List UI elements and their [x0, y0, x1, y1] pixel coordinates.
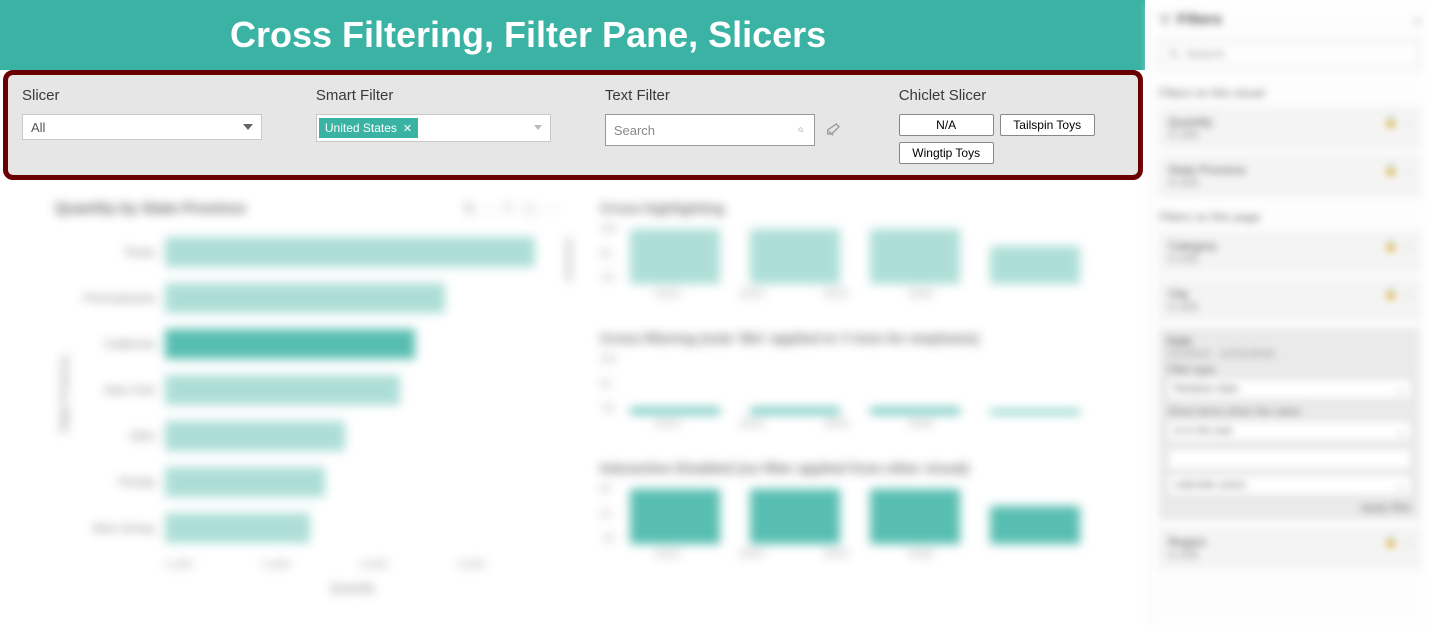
filter-card[interactable]: Quantity is (All) 🔒 ⌄: [1159, 108, 1420, 148]
chart-title: Cross-filtering (note 'Bin' applied to Y…: [600, 330, 1105, 346]
drill-down-icon[interactable]: ↓: [485, 200, 492, 217]
filters-search-placeholder: Search: [1186, 47, 1224, 61]
value-input[interactable]: [1167, 448, 1412, 470]
show-items-label: Show items when the value: [1167, 406, 1412, 418]
smart-filter-tag[interactable]: United States ✕: [319, 118, 418, 138]
slicer-label: Slicer: [22, 87, 316, 104]
chevron-down-icon[interactable]: ⌄: [1404, 535, 1413, 548]
filter-type-select[interactable]: Relative date⌄: [1167, 378, 1412, 400]
chevron-down-icon[interactable]: ⌄: [1404, 239, 1413, 252]
chiclet-slicer-group: Chiclet Slicer N/A Tailspin Toys Wingtip…: [899, 87, 1124, 167]
text-filter-label: Text Filter: [605, 87, 899, 104]
cross-filtering-visual[interactable]: Cross-filtering (note 'Bin' applied to Y…: [600, 330, 1105, 430]
filter-field-name: Date: [1167, 334, 1412, 348]
filter-field-state: 1/1/2013 - 12/31/2016: [1167, 348, 1412, 360]
filters-pane-title: Filters: [1177, 11, 1222, 28]
more-icon[interactable]: ⋯: [546, 200, 560, 217]
filter-icon[interactable]: ▽: [502, 200, 513, 217]
collapse-icon[interactable]: ›: [1415, 12, 1420, 28]
filters-section-title: Filters on this visual: [1159, 86, 1420, 100]
interaction-disabled-visual[interactable]: Interaction Disabled (no filter applied …: [600, 460, 1105, 560]
chevron-down-icon: ⌄: [1396, 383, 1405, 396]
filter-field-state: is (All): [1168, 301, 1411, 313]
text-filter-group: Text Filter: [605, 87, 899, 167]
drill-icon[interactable]: ⇅: [463, 200, 475, 217]
chart-title: Interaction Disabled (no filter applied …: [600, 460, 1105, 476]
filter-type-label: Filter type: [1167, 364, 1412, 376]
chart-title: Cross-highlighting: [600, 200, 1105, 216]
filters-section-title: Filters on this page: [1159, 210, 1420, 224]
slicer-dropdown[interactable]: All: [22, 114, 262, 140]
filter-field-name: City: [1168, 287, 1411, 301]
search-icon[interactable]: [798, 123, 804, 137]
text-filter-input[interactable]: [606, 123, 798, 138]
text-filter-input-wrap[interactable]: [605, 114, 815, 146]
search-icon: [1168, 48, 1180, 60]
lock-icon[interactable]: 🔒: [1384, 239, 1398, 252]
close-icon[interactable]: ✕: [403, 122, 412, 135]
filter-card[interactable]: City is (All) 🔒 ⌄: [1159, 280, 1420, 320]
filter-card-expanded[interactable]: Date 1/1/2013 - 12/31/2016 Filter type R…: [1159, 328, 1420, 520]
filter-card[interactable]: State Province is (All) 🔒 ⌄: [1159, 156, 1420, 196]
filters-search[interactable]: Search: [1159, 40, 1420, 68]
chevron-down-icon[interactable]: ⌄: [1404, 115, 1413, 128]
filter-field-name: Category: [1168, 239, 1411, 253]
chart-title: Quantity by State Province: [55, 200, 246, 217]
filter-field-state: is (All): [1168, 253, 1411, 265]
show-items-select[interactable]: is in the last⌄: [1167, 420, 1412, 442]
slicer-dropdown-value: All: [31, 120, 45, 135]
filter-field-state: is (All): [1168, 129, 1411, 141]
chevron-down-icon: ⌄: [1396, 479, 1405, 492]
filter-field-name: Region: [1168, 535, 1411, 549]
page-title: Cross Filtering, Filter Pane, Slicers: [230, 14, 826, 56]
apply-filter-link[interactable]: Apply filter: [1167, 502, 1412, 514]
chevron-down-icon: [243, 124, 253, 130]
lock-icon[interactable]: 🔒: [1384, 115, 1398, 128]
smart-filter-input[interactable]: United States ✕: [316, 114, 551, 142]
filter-field-state: is (All): [1168, 549, 1411, 561]
report-canvas-blurred: Quantity by State Province ⇅ ↓ ▽ ▢ ⋯ Sta…: [0, 185, 1145, 631]
chevron-down-icon[interactable]: [534, 125, 542, 130]
title-banner: Cross Filtering, Filter Pane, Slicers: [0, 0, 1145, 70]
x-axis-title: Quantity: [165, 581, 540, 595]
filter-field-name: Quantity: [1168, 115, 1411, 129]
chiclet-option[interactable]: Wingtip Toys: [899, 142, 994, 164]
lock-icon[interactable]: 🔒: [1384, 163, 1398, 176]
filter-field-state: is (All): [1168, 177, 1411, 189]
scrollbar[interactable]: [566, 237, 572, 282]
cross-highlighting-visual[interactable]: Cross-highlighting 15050-50 201320142015…: [600, 200, 1105, 300]
smart-filter-tag-text: United States: [325, 121, 397, 135]
lock-icon[interactable]: 🔒: [1384, 287, 1398, 300]
filter-field-name: State Province: [1168, 163, 1411, 177]
slicers-panel: Slicer All Smart Filter United States ✕ …: [3, 70, 1143, 180]
filter-card[interactable]: Category is (All) 🔒 ⌄: [1159, 232, 1420, 272]
focus-icon[interactable]: ▢: [523, 200, 536, 217]
slicer-dropdown-group: Slicer All: [22, 87, 316, 167]
chevron-down-icon[interactable]: ⌄: [1404, 163, 1413, 176]
chevron-down-icon[interactable]: ⌄: [1404, 287, 1413, 300]
smart-filter-group: Smart Filter United States ✕: [316, 87, 605, 167]
visual-toolbar[interactable]: ⇅ ↓ ▽ ▢ ⋯: [463, 200, 560, 217]
lock-icon[interactable]: 🔒: [1384, 535, 1398, 548]
funnel-icon: [1159, 14, 1171, 26]
chevron-down-icon: ⌄: [1396, 425, 1405, 438]
chiclet-option[interactable]: Tailspin Toys: [1000, 114, 1095, 136]
filters-pane[interactable]: Filters › Search Filters on this visual …: [1148, 3, 1430, 628]
eraser-icon[interactable]: [825, 122, 841, 138]
units-select[interactable]: calendar years⌄: [1167, 474, 1412, 496]
chiclet-option[interactable]: N/A: [899, 114, 994, 136]
bar-chart-visual[interactable]: Quantity by State Province ⇅ ↓ ▽ ▢ ⋯ Sta…: [55, 200, 560, 595]
filter-card[interactable]: Region is (All) 🔒 ⌄: [1159, 528, 1420, 568]
chiclet-slicer-label: Chiclet Slicer: [899, 87, 1124, 104]
smart-filter-label: Smart Filter: [316, 87, 605, 104]
